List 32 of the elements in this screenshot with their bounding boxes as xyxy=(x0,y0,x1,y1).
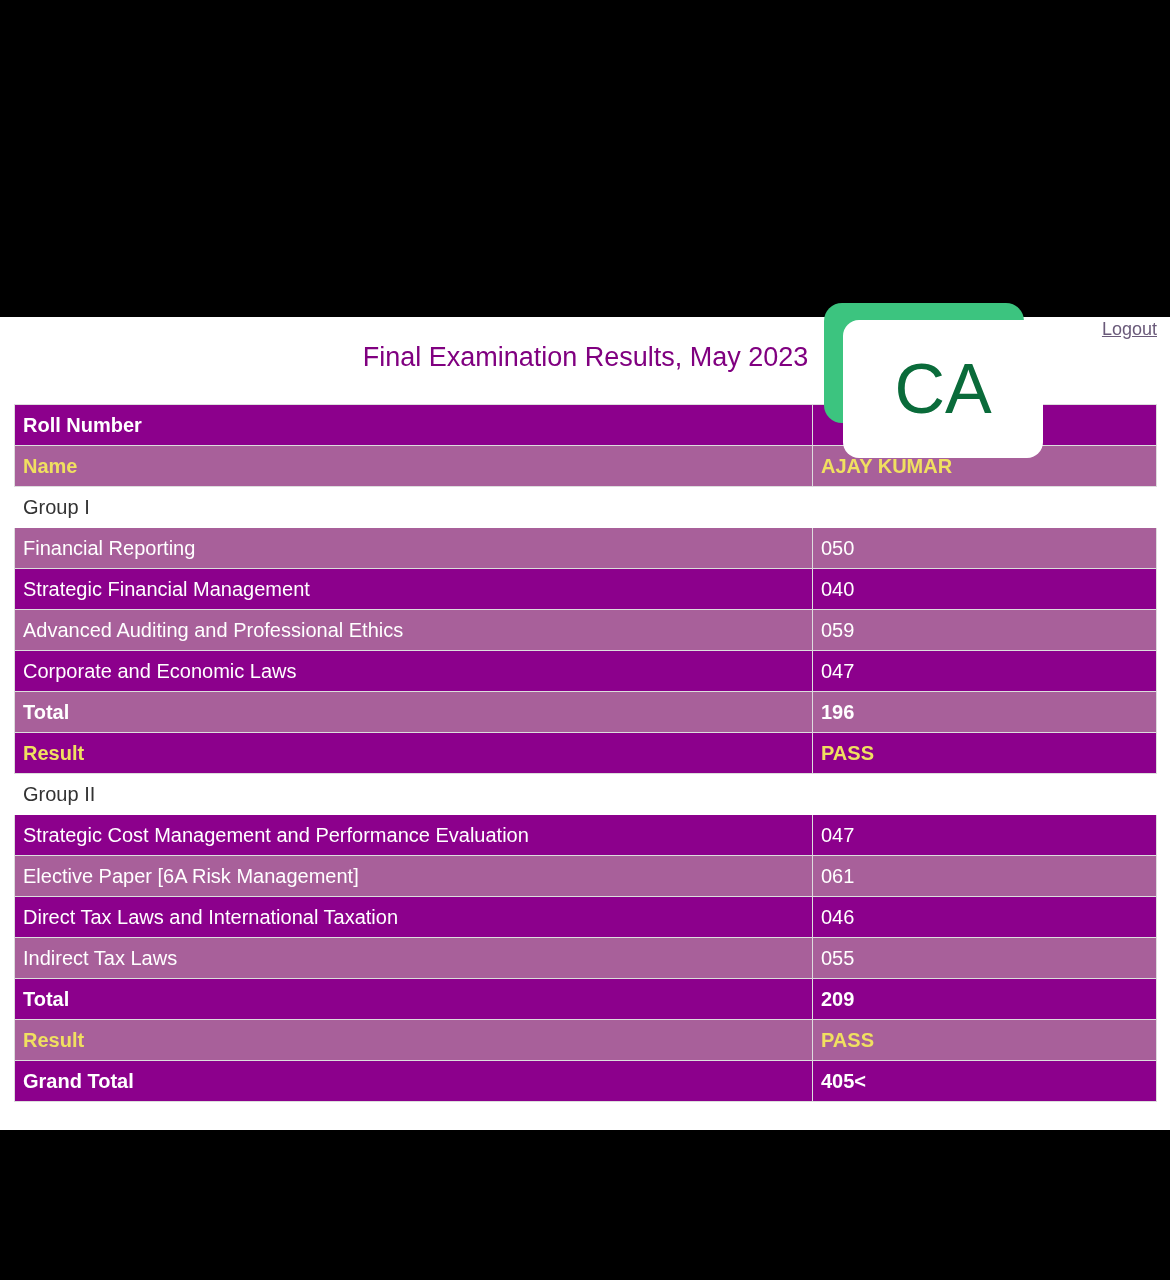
table-cell: Name xyxy=(14,445,813,487)
table-cell: 059 xyxy=(812,609,1157,651)
logout-link[interactable]: Logout xyxy=(1101,319,1157,340)
table-cell: Indirect Tax Laws xyxy=(14,937,813,979)
table-cell: Result xyxy=(14,732,813,774)
table-cell: 047 xyxy=(812,814,1157,856)
page-title: Final Examination Results, May 2023 xyxy=(361,342,810,373)
table-cell: Strategic Financial Management xyxy=(14,568,813,610)
logo-badge: CA xyxy=(843,320,1043,458)
table-cell: Grand Total xyxy=(14,1060,813,1102)
table-cell: Financial Reporting xyxy=(14,527,813,569)
table-cell: PASS xyxy=(812,732,1157,774)
table-cell: 040 xyxy=(812,568,1157,610)
table-cell: 196 xyxy=(812,691,1157,733)
table-cell: PASS xyxy=(812,1019,1157,1061)
table-cell: 055 xyxy=(812,937,1157,979)
table-cell: 050 xyxy=(812,527,1157,569)
table-cell: Advanced Auditing and Professional Ethics xyxy=(14,609,813,651)
table-cell: 046 xyxy=(812,896,1157,938)
table-cell: Direct Tax Laws and International Taxation xyxy=(14,896,813,938)
table-cell: Total xyxy=(14,691,813,733)
table-cell: Roll Number xyxy=(14,404,813,446)
table-cell: Result xyxy=(14,1019,813,1061)
table-cell: 047 xyxy=(812,650,1157,692)
group-heading: Group I xyxy=(14,486,1157,528)
table-cell: Total xyxy=(14,978,813,1020)
table-cell: 405< xyxy=(812,1060,1157,1102)
table-cell: Elective Paper [6A Risk Management] xyxy=(14,855,813,897)
table-cell: 061 xyxy=(812,855,1157,897)
table-cell: 209 xyxy=(812,978,1157,1020)
table-cell: Corporate and Economic Laws xyxy=(14,650,813,692)
table-cell: Strategic Cost Management and Performance Evaluation xyxy=(14,814,813,856)
